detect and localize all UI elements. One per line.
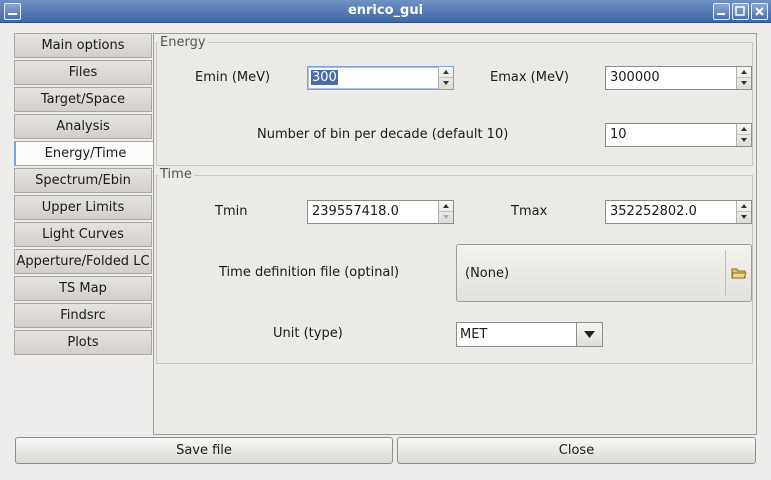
chevron-down-icon — [584, 331, 595, 338]
arrow-up-icon — [741, 70, 747, 74]
tmin-increment-button[interactable] — [439, 201, 453, 212]
emax-label: Emax (MeV) — [490, 70, 569, 85]
tmax-label: Tmax — [511, 204, 548, 219]
title-bar: enrico_gui — [0, 0, 771, 23]
nbin-decrement-button[interactable] — [737, 135, 751, 146]
emax-decrement-button[interactable] — [737, 78, 751, 89]
tmax-spinbox[interactable]: 352252802.0 — [605, 200, 752, 224]
arrow-up-icon — [443, 204, 449, 208]
arrow-up-icon — [741, 127, 747, 131]
energy-group-title: Energy — [158, 35, 208, 50]
minimize-button[interactable] — [713, 3, 730, 20]
tmax-increment-button[interactable] — [737, 201, 751, 212]
emax-stepper[interactable] — [736, 67, 751, 89]
nbin-value[interactable]: 10 — [610, 127, 627, 142]
emin-value[interactable]: 300 — [311, 70, 338, 85]
unit-dropdown-button[interactable] — [576, 323, 602, 346]
tab-target-space[interactable]: Target/Space — [14, 87, 152, 112]
tab-plots[interactable]: Plots — [14, 330, 152, 355]
unit-label: Unit (type) — [273, 326, 343, 341]
unit-value: MET — [460, 327, 488, 342]
timedef-file-chooser[interactable]: (None) — [456, 244, 752, 302]
time-group-title: Time — [158, 167, 194, 182]
tab-upper-limits[interactable]: Upper Limits — [14, 195, 152, 220]
tab-main-options[interactable]: Main options — [14, 33, 152, 58]
tmin-value[interactable]: 239557418.0 — [312, 204, 399, 219]
maximize-button[interactable] — [732, 3, 749, 20]
tmin-label: Tmin — [215, 204, 248, 219]
tmin-spinbox[interactable]: 239557418.0 — [307, 200, 454, 224]
tab-energy-time[interactable]: Energy/Time — [14, 141, 155, 166]
tab-apperture-folded-lc[interactable]: Apperture/Folded LC — [14, 249, 152, 274]
unit-select[interactable]: MET — [456, 322, 603, 347]
tmin-decrement-button[interactable] — [439, 212, 453, 223]
emax-spinbox[interactable]: 300000 — [605, 66, 752, 90]
file-chooser-separator — [725, 250, 726, 296]
save-file-button[interactable]: Save file — [15, 437, 393, 464]
window-title: enrico_gui — [347, 3, 424, 18]
arrow-up-icon — [741, 204, 747, 208]
emin-label: Emin (MeV) — [195, 70, 271, 85]
arrow-down-icon — [443, 81, 449, 85]
tab-ts-map[interactable]: TS Map — [14, 276, 152, 301]
emin-stepper[interactable] — [438, 67, 453, 89]
energy-group — [156, 42, 753, 166]
nbin-spinbox[interactable]: 10 — [605, 123, 752, 147]
tab-spectrum-ebin[interactable]: Spectrum/Ebin — [14, 168, 152, 193]
tab-files[interactable]: Files — [14, 60, 152, 85]
emax-increment-button[interactable] — [737, 67, 751, 78]
arrow-down-icon — [443, 215, 449, 219]
nbin-stepper[interactable] — [736, 124, 751, 146]
timedef-value: (None) — [465, 266, 510, 281]
arrow-up-icon — [443, 70, 449, 74]
tmin-stepper[interactable] — [438, 201, 453, 223]
tab-light-curves[interactable]: Light Curves — [14, 222, 152, 247]
maximize-icon — [735, 6, 745, 16]
tmax-value[interactable]: 352252802.0 — [610, 204, 697, 219]
tmax-decrement-button[interactable] — [737, 212, 751, 223]
tmax-stepper[interactable] — [736, 201, 751, 223]
folder-icon — [731, 268, 747, 279]
nbin-increment-button[interactable] — [737, 124, 751, 135]
tab-analysis[interactable]: Analysis — [14, 114, 152, 139]
close-button[interactable]: Close — [397, 437, 756, 464]
emin-spinbox[interactable]: 300 — [307, 66, 454, 90]
nbin-label: Number of bin per decade (default 10) — [257, 127, 509, 142]
minimize-icon — [717, 13, 725, 15]
close-window-button[interactable] — [751, 3, 768, 20]
arrow-down-icon — [741, 138, 747, 142]
arrow-down-icon — [741, 81, 747, 85]
emax-value[interactable]: 300000 — [610, 70, 660, 85]
emin-decrement-button[interactable] — [439, 78, 453, 89]
emin-increment-button[interactable] — [439, 67, 453, 78]
close-icon — [755, 7, 764, 16]
tab-findsrc[interactable]: Findsrc — [14, 303, 152, 328]
timedef-label: Time definition file (optinal) — [219, 265, 400, 280]
arrow-down-icon — [741, 215, 747, 219]
